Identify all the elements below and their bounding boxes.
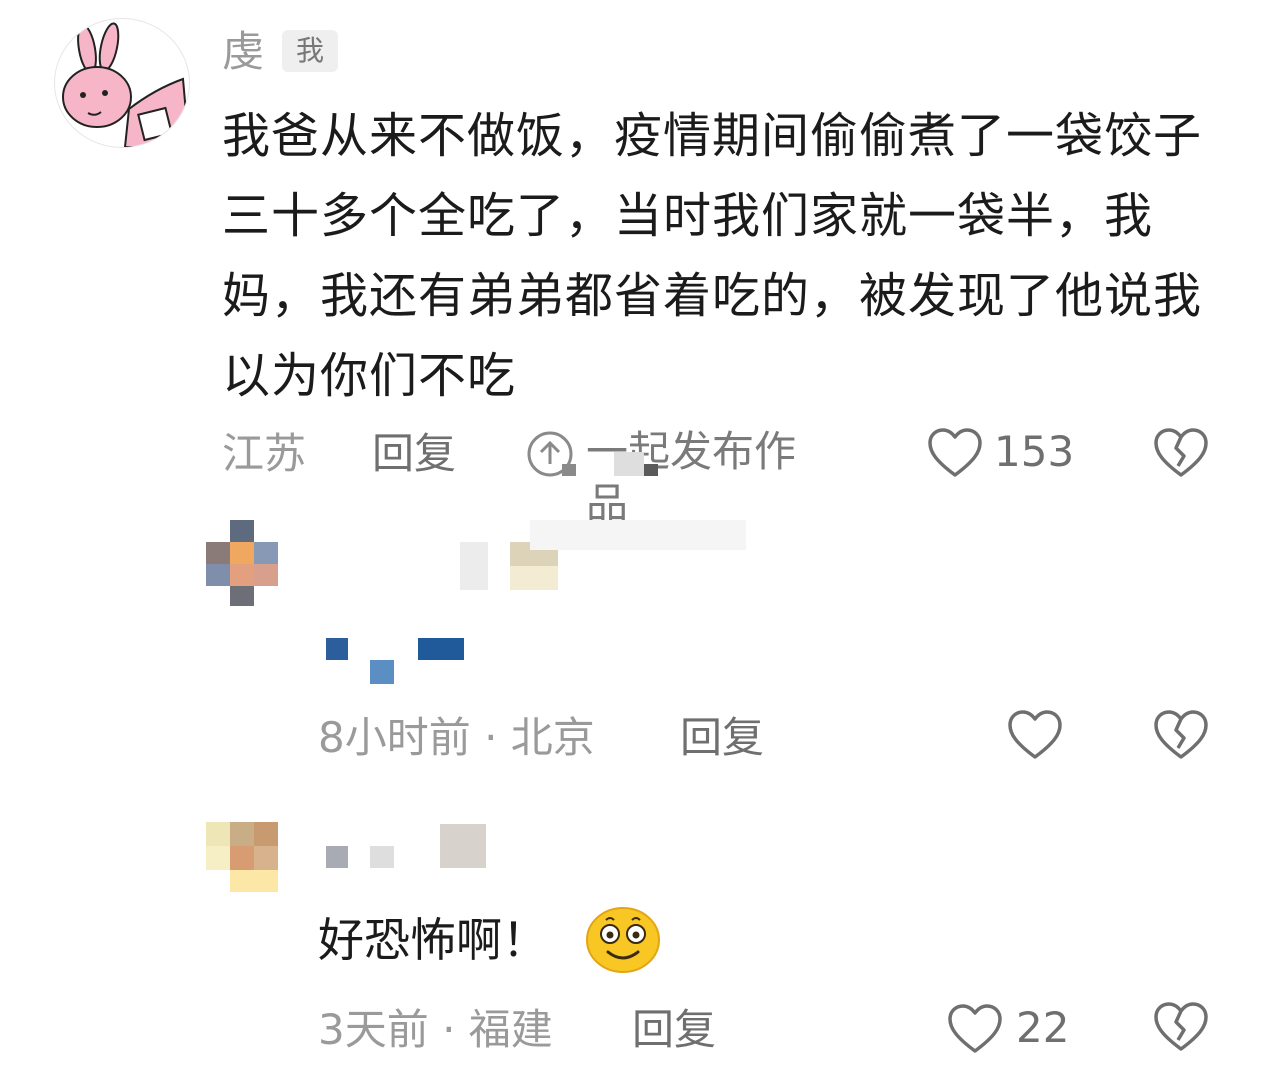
reply-text: 好恐怖啊！ — [318, 913, 548, 967]
redaction-block — [614, 452, 644, 476]
like-button[interactable]: 153 — [926, 424, 1086, 480]
heart-icon[interactable] — [1006, 708, 1064, 762]
me-badge: 我 — [282, 30, 339, 72]
heart-icon — [928, 428, 982, 477]
redaction-block — [644, 464, 658, 476]
comment-location: 江苏 — [222, 429, 307, 478]
avatar[interactable] — [54, 18, 190, 148]
reply-button[interactable]: 回复 — [632, 1004, 716, 1056]
reply-button[interactable]: 回复 — [372, 428, 456, 480]
share-work-button[interactable]: 一起发布作品 — [524, 424, 824, 528]
author-name[interactable]: 虔 — [222, 26, 264, 78]
broken-heart-icon[interactable] — [1152, 708, 1210, 762]
reply-time-location: 8小时前 · 北京 — [318, 713, 595, 762]
reply-button[interactable]: 回复 — [680, 712, 764, 764]
reply-avatar[interactable] — [206, 520, 278, 606]
smiling-face-emoji-icon — [586, 907, 660, 973]
like-button[interactable]: 22 — [946, 1000, 1086, 1056]
like-count: 153 — [994, 427, 1075, 476]
reply-time-location: 3天前 · 福建 — [318, 1005, 553, 1054]
comment-text: 我爸从来不做饭，疫情期间偷偷煮了一袋饺子三十多个全吃了，当时我们家就一袋半，我妈… — [222, 108, 1203, 404]
reply-content-redacted — [320, 632, 470, 692]
broken-heart-icon[interactable] — [1152, 1000, 1210, 1054]
reply-author-name-redacted[interactable] — [322, 822, 492, 870]
heart-icon — [948, 1004, 1002, 1053]
redaction-block — [562, 464, 576, 476]
share-work-label: 一起发布作品 — [586, 427, 797, 528]
reply-author-name-redacted[interactable] — [460, 520, 760, 590]
reply-avatar[interactable] — [206, 822, 278, 892]
broken-heart-icon[interactable] — [1152, 426, 1210, 480]
like-count: 22 — [1016, 1003, 1070, 1052]
bunny-avatar-icon — [62, 22, 189, 147]
